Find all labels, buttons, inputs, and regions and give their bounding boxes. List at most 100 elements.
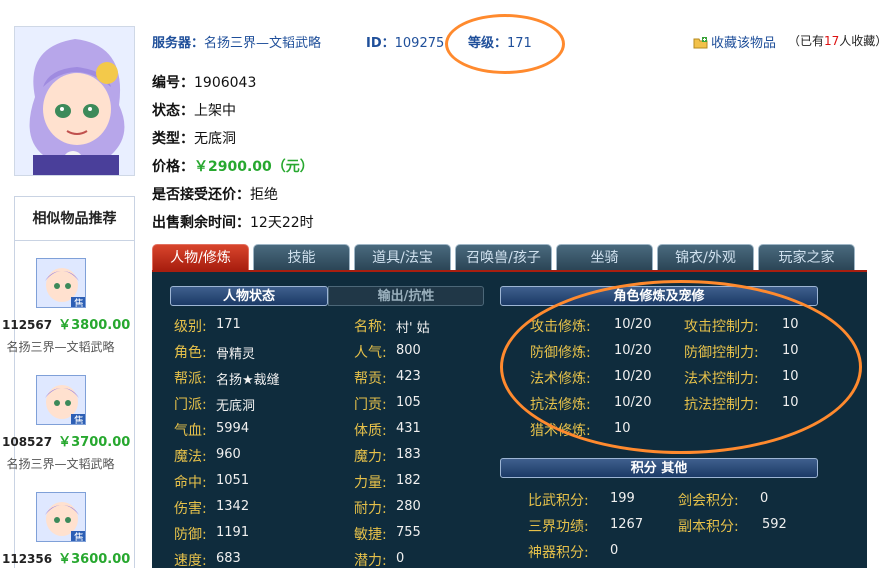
counter-offer-value: 拒绝 bbox=[250, 187, 278, 203]
similar-item-server: 名扬三界—文韬武略 bbox=[6, 457, 115, 471]
level-highlight-circle bbox=[445, 14, 565, 74]
similar-item-id: 112567 bbox=[2, 318, 53, 332]
stat-label: 名称: bbox=[354, 319, 387, 335]
stat-value: 骨精灵 bbox=[216, 347, 256, 362]
tab-skills[interactable]: 技能 bbox=[253, 244, 350, 270]
id-label: ID： bbox=[366, 36, 395, 51]
stat-label: 帮派: bbox=[174, 371, 207, 387]
stat-label: 帮贡: bbox=[354, 371, 387, 387]
score-label: 比武积分: bbox=[528, 493, 589, 509]
type-label: 类型： bbox=[152, 131, 194, 147]
tab-home[interactable]: 玩家之家 bbox=[758, 244, 855, 270]
similar-item-id: 112356 bbox=[2, 552, 53, 566]
remaining-time-value: 12天22时 bbox=[250, 215, 314, 231]
stat-label: 体质: bbox=[354, 423, 387, 439]
similar-item-id-price: 112567 ￥3800.00 bbox=[2, 314, 142, 333]
score-value: 0 bbox=[760, 491, 769, 506]
stat-value: 755 bbox=[396, 525, 421, 540]
score-value: 0 bbox=[610, 543, 619, 558]
similar-item-server: 名扬三界—文韬武略 bbox=[6, 340, 115, 354]
stat-value: 村' 姑 bbox=[396, 321, 430, 336]
stat-label: 门贡: bbox=[354, 397, 387, 413]
serial-label: 编号： bbox=[152, 75, 194, 91]
stat-value: 105 bbox=[396, 395, 421, 410]
status-label: 状态： bbox=[152, 103, 194, 119]
stat-label: 命中: bbox=[174, 475, 207, 491]
tab-pets[interactable]: 召唤兽/孩子 bbox=[455, 244, 552, 270]
stat-label: 敏捷: bbox=[354, 527, 387, 543]
subtab-character-status[interactable]: 人物状态 bbox=[170, 286, 328, 306]
price-row: 价格：￥2900.00（元） bbox=[152, 156, 314, 176]
stat-value: 960 bbox=[216, 447, 241, 462]
stat-value: 1191 bbox=[216, 525, 250, 540]
type-row: 类型：无底洞 bbox=[152, 128, 236, 148]
similar-item-id-price: 108527 ￥3700.00 bbox=[2, 431, 142, 450]
counter-offer-label: 是否接受还价： bbox=[152, 187, 250, 203]
score-label: 剑会积分: bbox=[678, 493, 739, 509]
similar-item-price: ￥3600.00 bbox=[58, 552, 131, 567]
stat-value: 423 bbox=[396, 369, 421, 384]
server-info: 服务器：名扬三界—文韬武略 bbox=[152, 32, 321, 51]
similar-item-thumbnail[interactable]: 售 bbox=[36, 258, 86, 308]
favorite-count: （已有17人收藏） bbox=[788, 32, 887, 49]
similar-items-title: 相似物品推荐 bbox=[15, 197, 134, 241]
stat-value: 名扬★裁缝 bbox=[216, 373, 280, 388]
favorite-count-number: 17 bbox=[824, 34, 840, 48]
similar-item-thumbnail[interactable]: 售 bbox=[36, 492, 86, 542]
tab-outfits[interactable]: 锦衣/外观 bbox=[657, 244, 754, 270]
score-header: 积分 其他 bbox=[500, 458, 818, 478]
similar-item-thumbnail[interactable]: 售 bbox=[36, 375, 86, 425]
similar-item-id-price: 112356 ￥3600.00 bbox=[2, 548, 142, 567]
score-value: 1267 bbox=[610, 517, 644, 532]
similar-item-id: 108527 bbox=[2, 435, 53, 449]
stat-label: 耐力: bbox=[354, 501, 387, 517]
favorite-prefix: （已有 bbox=[788, 34, 825, 48]
similar-item-price: ￥3700.00 bbox=[58, 435, 131, 450]
stat-value: 无底洞 bbox=[216, 399, 256, 414]
tab-mounts[interactable]: 坐骑 bbox=[556, 244, 653, 270]
serial-value: 1906043 bbox=[194, 75, 257, 91]
price-value: ￥2900.00（元） bbox=[194, 159, 314, 175]
stat-label: 魔力: bbox=[354, 449, 387, 465]
stat-label: 伤害: bbox=[174, 501, 207, 517]
serial-row: 编号：1906043 bbox=[152, 72, 256, 92]
stat-value: 0 bbox=[396, 551, 405, 566]
stat-label: 门派: bbox=[174, 397, 207, 413]
score-label: 副本积分: bbox=[678, 519, 739, 535]
remaining-time-label: 出售剩余时间： bbox=[152, 215, 250, 231]
status-value: 上架中 bbox=[194, 103, 236, 119]
stat-label: 潜力: bbox=[354, 553, 387, 568]
id-info: ID：109275 bbox=[366, 32, 444, 51]
stat-label: 防御: bbox=[174, 527, 207, 543]
favorite-link[interactable]: 收藏该物品 bbox=[693, 32, 776, 53]
stat-value: 5994 bbox=[216, 421, 250, 436]
stat-label: 气血: bbox=[174, 423, 207, 439]
favorite-label[interactable]: 收藏该物品 bbox=[711, 36, 776, 51]
tab-character[interactable]: 人物/修炼 bbox=[152, 244, 249, 270]
favorite-suffix: 人收藏） bbox=[839, 34, 888, 48]
stat-label: 力量: bbox=[354, 475, 387, 491]
sale-badge: 售 bbox=[74, 531, 84, 542]
score-value: 592 bbox=[762, 517, 787, 532]
sale-badge: 售 bbox=[74, 297, 84, 308]
stat-label: 魔法: bbox=[174, 449, 207, 465]
stat-value: 182 bbox=[396, 473, 421, 488]
tab-items[interactable]: 道具/法宝 bbox=[354, 244, 451, 270]
stat-value: 431 bbox=[396, 421, 421, 436]
cultivation-highlight-circle bbox=[500, 280, 862, 454]
stat-label: 速度: bbox=[174, 553, 207, 568]
counter-offer-row: 是否接受还价：拒绝 bbox=[152, 184, 278, 204]
price-label: 价格： bbox=[152, 159, 194, 175]
server-label: 服务器： bbox=[152, 36, 205, 51]
remaining-time-row: 出售剩余时间：12天22时 bbox=[152, 212, 314, 232]
stat-value: 1051 bbox=[216, 473, 250, 488]
subtab-output-resist[interactable]: 输出/抗性 bbox=[328, 286, 484, 306]
type-value: 无底洞 bbox=[194, 131, 236, 147]
score-label: 三界功绩: bbox=[528, 519, 589, 535]
stat-value: 280 bbox=[396, 499, 421, 514]
stat-value: 171 bbox=[216, 317, 241, 332]
score-value: 199 bbox=[610, 491, 635, 506]
character-avatar bbox=[14, 26, 135, 176]
id-value: 109275 bbox=[394, 36, 445, 51]
stat-value: 1342 bbox=[216, 499, 250, 514]
